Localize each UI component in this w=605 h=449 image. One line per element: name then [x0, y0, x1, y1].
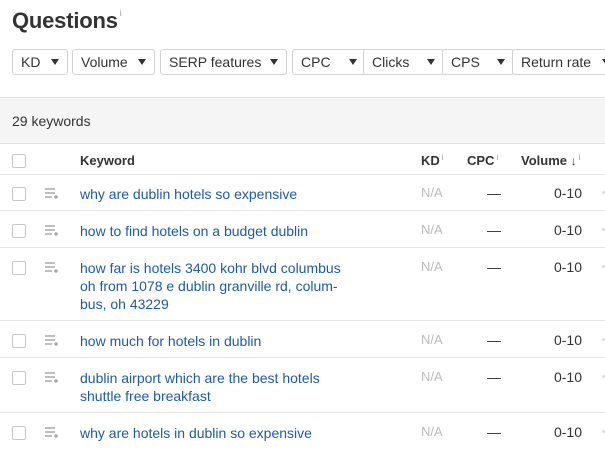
- keyword-link[interactable]: how much for hotels in dublin: [80, 332, 350, 350]
- column-header-cpc[interactable]: CPC i: [467, 153, 498, 168]
- add-to-list-icon[interactable]: [44, 187, 60, 199]
- filter-label: CPS: [451, 54, 480, 70]
- filter-label: CPC: [301, 54, 331, 70]
- sort-descending-icon: ↓: [570, 154, 577, 168]
- filter-return-rate[interactable]: Return rate: [512, 49, 605, 75]
- keyword-link[interactable]: dublin airport which are the best hotels…: [80, 369, 350, 405]
- info-icon[interactable]: i: [579, 153, 581, 162]
- kd-value: N/A: [421, 185, 443, 200]
- volume-value: 0-10: [553, 369, 582, 385]
- table-row: why are hotels in dublin so expensive N/…: [0, 413, 605, 449]
- caret-down-icon: [427, 59, 435, 65]
- keyword-link[interactable]: how far is hotels 3400 kohr blvd columbu…: [80, 259, 350, 313]
- caret-down-icon: [51, 59, 59, 65]
- page-header: Questions i KD Volume SERP features CPC C…: [0, 0, 605, 97]
- title-info-icon[interactable]: i: [120, 8, 122, 18]
- caret-down-icon: [270, 59, 278, 65]
- filter-label: Return rate: [521, 54, 592, 70]
- add-to-list-icon[interactable]: [44, 224, 60, 236]
- page-title: Questions i: [12, 8, 122, 34]
- table-row: why are dublin hotels so expensive N/A —…: [0, 174, 605, 211]
- filter-cpc[interactable]: CPC: [292, 49, 366, 75]
- info-icon[interactable]: i: [442, 153, 444, 162]
- kd-value: N/A: [421, 369, 443, 384]
- caret-down-icon: [349, 59, 357, 65]
- row-checkbox[interactable]: [12, 224, 26, 238]
- volume-value: 0-10: [553, 332, 582, 348]
- keyword-link[interactable]: why are hotels in dublin so expensive: [80, 424, 350, 442]
- filter-label: KD: [21, 54, 41, 70]
- column-header-volume-label: Volume: [521, 153, 567, 168]
- table-row: how far is hotels 3400 kohr blvd columbu…: [0, 248, 605, 321]
- row-checkbox[interactable]: [12, 187, 26, 201]
- add-to-list-icon[interactable]: [44, 261, 60, 273]
- volume-value: 0-10: [553, 222, 582, 238]
- filter-kd[interactable]: KD: [12, 49, 68, 75]
- kd-value: N/A: [421, 259, 443, 274]
- filter-cps[interactable]: CPS: [442, 49, 514, 75]
- volume-value: 0-10: [553, 259, 582, 275]
- filter-label: Clicks: [372, 54, 410, 70]
- filter-label: SERP features: [169, 54, 262, 70]
- cpc-value: —: [487, 259, 501, 275]
- volume-value: 0-10: [553, 185, 582, 201]
- column-header-kd-label: KD: [421, 153, 440, 168]
- cpc-value: —: [487, 369, 501, 385]
- caret-down-icon: [497, 59, 505, 65]
- kd-value: N/A: [421, 332, 443, 347]
- keyword-count: 29 keywords: [12, 113, 91, 129]
- info-icon[interactable]: i: [496, 153, 498, 162]
- add-to-list-icon[interactable]: [44, 334, 60, 346]
- caret-down-icon: [138, 59, 146, 65]
- column-header-cpc-label: CPC: [467, 153, 495, 168]
- row-checkbox[interactable]: [12, 334, 26, 348]
- table-header: Keyword KD i CPC i Volume ↓ i: [0, 143, 605, 175]
- keyword-link[interactable]: how to find hotels on a budget dublin: [80, 222, 350, 240]
- filter-serp-features[interactable]: SERP features: [160, 49, 287, 75]
- add-to-list-icon[interactable]: [44, 426, 60, 438]
- row-checkbox[interactable]: [12, 261, 26, 275]
- filter-clicks[interactable]: Clicks: [363, 49, 444, 75]
- column-header-volume[interactable]: Volume ↓ i: [521, 153, 580, 168]
- row-checkbox[interactable]: [12, 371, 26, 385]
- cpc-value: —: [487, 185, 501, 201]
- cpc-value: —: [487, 222, 501, 238]
- table-row: how much for hotels in dublin N/A — 0-10: [0, 321, 605, 358]
- kd-value: N/A: [421, 222, 443, 237]
- volume-value: 0-10: [553, 424, 582, 440]
- keyword-link[interactable]: why are dublin hotels so expensive: [80, 185, 350, 203]
- add-to-list-icon[interactable]: [44, 371, 60, 383]
- table-row: how to find hotels on a budget dublin N/…: [0, 211, 605, 248]
- cpc-value: —: [487, 332, 501, 348]
- page-title-text: Questions: [12, 8, 118, 33]
- column-header-keyword[interactable]: Keyword: [80, 153, 135, 168]
- kd-value: N/A: [421, 424, 443, 439]
- column-header-kd[interactable]: KD i: [421, 153, 444, 168]
- results-summary-bar: 29 keywords: [0, 97, 605, 144]
- cpc-value: —: [487, 424, 501, 440]
- table-row: dublin airport which are the best hotels…: [0, 358, 605, 413]
- filter-volume[interactable]: Volume: [72, 49, 155, 75]
- row-checkbox[interactable]: [12, 426, 26, 440]
- select-all-checkbox[interactable]: [12, 154, 26, 168]
- filter-label: Volume: [81, 54, 128, 70]
